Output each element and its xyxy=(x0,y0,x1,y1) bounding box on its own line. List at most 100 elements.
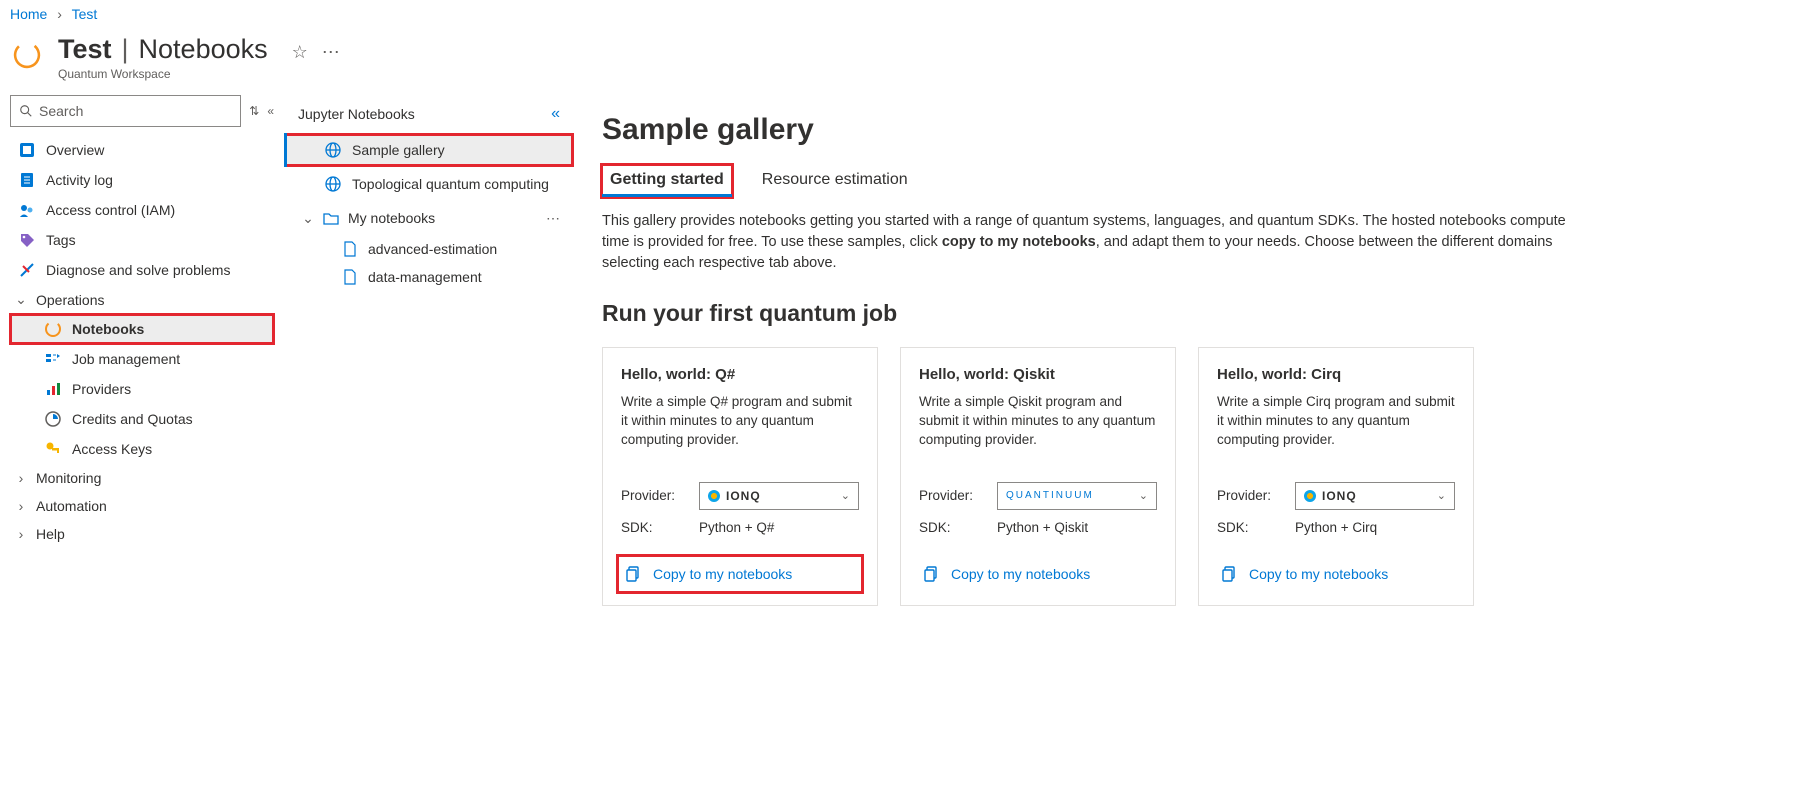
nav-group-automation[interactable]: › Automation xyxy=(10,492,274,520)
chevron-right-icon: › xyxy=(14,498,28,514)
sample-card-qsharp: Hello, world: Q# Write a simple Q# progr… xyxy=(602,347,878,606)
card-title: Hello, world: Q# xyxy=(621,366,859,383)
notebook-tree-panel: Jupyter Notebooks « Sample gallery Topol… xyxy=(284,95,574,624)
tree-file-data[interactable]: data-management xyxy=(284,263,574,291)
nav-group-help[interactable]: › Help xyxy=(10,520,274,548)
copy-icon xyxy=(1221,565,1239,583)
copy-to-notebooks-button[interactable]: Copy to my notebooks xyxy=(1217,559,1455,589)
copy-label: Copy to my notebooks xyxy=(653,566,792,582)
breadcrumb-current[interactable]: Test xyxy=(72,6,98,22)
nav-providers[interactable]: Providers xyxy=(10,374,274,404)
tags-icon xyxy=(18,231,36,249)
nav-group-operations[interactable]: ⌄ Operations xyxy=(10,285,274,314)
chevron-right-icon: › xyxy=(14,526,28,542)
sample-card-qiskit: Hello, world: Qiskit Write a simple Qisk… xyxy=(900,347,1176,606)
chevron-right-icon: › xyxy=(14,470,28,486)
chevron-down-icon: ⌄ xyxy=(302,210,314,227)
nav-group-label: Operations xyxy=(36,292,104,308)
title-block: Test | Notebooks ☆ ⋯ Quantum Workspace xyxy=(58,32,340,81)
nav-label: Tags xyxy=(46,232,76,248)
provider-label: Provider: xyxy=(919,488,997,503)
tree-topological[interactable]: Topological quantum computing xyxy=(284,167,574,201)
card-desc: Write a simple Qiskit program and submit… xyxy=(919,393,1157,450)
nav-label: Activity log xyxy=(46,172,113,188)
diagnose-icon xyxy=(18,261,36,279)
card-desc: Write a simple Cirq program and submit i… xyxy=(1217,393,1455,450)
chevron-down-icon: ⌄ xyxy=(841,489,850,502)
provider-select[interactable]: QUANTINUUM ⌄ xyxy=(997,482,1157,510)
provider-select[interactable]: IONQ ⌄ xyxy=(1295,482,1455,510)
providers-icon xyxy=(44,380,62,398)
nav-access-control[interactable]: Access control (IAM) xyxy=(10,195,274,225)
ionq-logo-icon xyxy=(1304,490,1316,502)
keys-icon xyxy=(44,440,62,458)
resource-type: Quantum Workspace xyxy=(58,67,340,81)
nav-notebooks[interactable]: Notebooks xyxy=(10,314,274,344)
section-name: Notebooks xyxy=(139,34,268,65)
tree-file-advanced[interactable]: advanced-estimation xyxy=(284,235,574,263)
quantum-workspace-icon xyxy=(10,38,44,72)
copy-label: Copy to my notebooks xyxy=(1249,566,1388,582)
section-heading: Run your first quantum job xyxy=(602,300,1768,327)
sdk-value: Python + Qiskit xyxy=(997,520,1088,535)
provider-label: Provider: xyxy=(621,488,699,503)
tree-group-label: My notebooks xyxy=(348,210,435,226)
ionq-logo-icon xyxy=(708,490,720,502)
nav-label: Diagnose and solve problems xyxy=(46,262,230,278)
jobs-icon xyxy=(44,350,62,368)
search-placeholder: Search xyxy=(39,103,83,119)
provider-select[interactable]: IONQ ⌄ xyxy=(699,482,859,510)
nav-credits[interactable]: Credits and Quotas xyxy=(10,404,274,434)
sdk-label: SDK: xyxy=(919,520,997,535)
search-input[interactable]: Search xyxy=(10,95,241,127)
card-desc: Write a simple Q# program and submit it … xyxy=(621,393,859,450)
nav-label: Job management xyxy=(72,351,180,367)
folder-icon xyxy=(322,209,340,227)
provider-value: QUANTINUUM xyxy=(1006,490,1094,501)
sort-icon[interactable]: ⇅ xyxy=(249,104,259,118)
nav-access-keys[interactable]: Access Keys xyxy=(10,434,274,464)
left-nav: Search ⇅ « Overview Activity log Access … xyxy=(0,95,284,624)
nav-overview[interactable]: Overview xyxy=(10,135,274,165)
page-title: Sample gallery xyxy=(602,113,1768,147)
tab-resource-estimation[interactable]: Resource estimation xyxy=(760,165,910,197)
nav-label: Credits and Quotas xyxy=(72,411,193,427)
breadcrumb: Home › Test xyxy=(0,0,1796,28)
copy-to-notebooks-button[interactable]: Copy to my notebooks xyxy=(919,559,1157,589)
sample-cards: Hello, world: Q# Write a simple Q# progr… xyxy=(602,347,1768,606)
copy-icon xyxy=(923,565,941,583)
nav-tags[interactable]: Tags xyxy=(10,225,274,255)
card-title: Hello, world: Cirq xyxy=(1217,366,1455,383)
collapse-nav-icon[interactable]: « xyxy=(267,104,274,118)
globe-icon xyxy=(324,141,342,159)
more-icon[interactable]: ⋯ xyxy=(322,42,340,63)
page-header: Test | Notebooks ☆ ⋯ Quantum Workspace xyxy=(0,28,1796,95)
collapse-tree-icon[interactable]: « xyxy=(551,105,560,123)
nav-activity-log[interactable]: Activity log xyxy=(10,165,274,195)
card-title: Hello, world: Qiskit xyxy=(919,366,1157,383)
more-icon[interactable]: ⋯ xyxy=(546,210,560,227)
tree-file-label: advanced-estimation xyxy=(368,241,497,257)
nav-group-label: Automation xyxy=(36,498,107,514)
nav-group-label: Help xyxy=(36,526,65,542)
gallery-description: This gallery provides notebooks getting … xyxy=(602,211,1572,274)
sdk-value: Python + Cirq xyxy=(1295,520,1377,535)
tree-my-notebooks[interactable]: ⌄ My notebooks ⋯ xyxy=(284,201,574,235)
breadcrumb-separator: › xyxy=(57,6,62,22)
overview-icon xyxy=(18,141,36,159)
tree-sample-gallery[interactable]: Sample gallery xyxy=(284,133,574,167)
sdk-label: SDK: xyxy=(1217,520,1295,535)
favorite-icon[interactable]: ☆ xyxy=(292,42,308,63)
provider-value: IONQ xyxy=(726,489,761,503)
breadcrumb-home[interactable]: Home xyxy=(10,6,47,22)
nav-group-monitoring[interactable]: › Monitoring xyxy=(10,464,274,492)
nav-job-management[interactable]: Job management xyxy=(10,344,274,374)
sample-card-cirq: Hello, world: Cirq Write a simple Cirq p… xyxy=(1198,347,1474,606)
chevron-down-icon: ⌄ xyxy=(1437,489,1446,502)
activity-log-icon xyxy=(18,171,36,189)
tab-getting-started[interactable]: Getting started xyxy=(602,165,732,197)
copy-to-notebooks-button[interactable]: Copy to my notebooks xyxy=(621,559,859,589)
nav-diagnose[interactable]: Diagnose and solve problems xyxy=(10,255,274,285)
provider-value: IONQ xyxy=(1322,489,1357,503)
copy-icon xyxy=(625,565,643,583)
